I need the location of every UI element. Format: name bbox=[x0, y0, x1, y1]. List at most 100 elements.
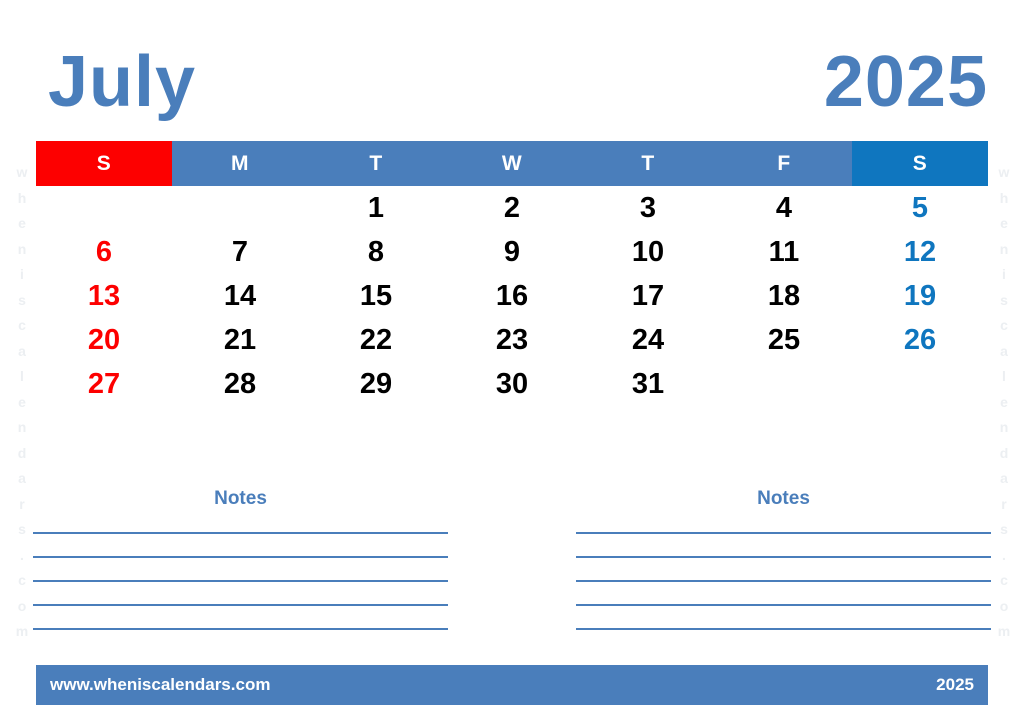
day-cell-4[interactable]: 4 bbox=[716, 186, 852, 230]
watermark-char: o bbox=[999, 597, 1009, 614]
watermark-char: l bbox=[1002, 368, 1006, 384]
watermark-char: r bbox=[1001, 495, 1007, 512]
year-title: 2025 bbox=[823, 42, 988, 122]
note-line[interactable] bbox=[576, 556, 991, 558]
day-cell-27[interactable]: 27 bbox=[36, 362, 172, 406]
calendar-week-row: 27 28 29 30 31 bbox=[36, 362, 988, 406]
watermark-left: wheniscalendars.com bbox=[10, 160, 34, 645]
day-cell-10[interactable]: 10 bbox=[580, 230, 716, 274]
day-cell-14[interactable]: 14 bbox=[172, 274, 308, 318]
note-line[interactable] bbox=[33, 580, 448, 582]
day-cell-16[interactable]: 16 bbox=[444, 274, 580, 318]
day-cell-empty bbox=[852, 362, 988, 406]
day-cell-21[interactable]: 21 bbox=[172, 318, 308, 362]
note-line[interactable] bbox=[576, 628, 991, 630]
watermark-char: n bbox=[999, 419, 1009, 435]
watermark-char: a bbox=[1000, 342, 1008, 359]
day-cell-31[interactable]: 31 bbox=[580, 362, 716, 406]
note-line[interactable] bbox=[576, 604, 991, 606]
watermark-char: m bbox=[997, 623, 1011, 639]
day-cell-30[interactable]: 30 bbox=[444, 362, 580, 406]
day-cell-19[interactable]: 19 bbox=[852, 274, 988, 318]
day-cell-25[interactable]: 25 bbox=[716, 318, 852, 362]
month-title: July bbox=[48, 42, 197, 122]
day-cell-empty bbox=[716, 362, 852, 406]
watermark-char: r bbox=[19, 495, 25, 512]
note-line[interactable] bbox=[33, 628, 448, 630]
notes-title-left: Notes bbox=[214, 488, 267, 509]
day-cell-15[interactable]: 15 bbox=[308, 274, 444, 318]
day-cell-13[interactable]: 13 bbox=[36, 274, 172, 318]
weekday-header-6: S bbox=[852, 141, 988, 186]
day-cell-5[interactable]: 5 bbox=[852, 186, 988, 230]
day-cell-8[interactable]: 8 bbox=[308, 230, 444, 274]
day-cell-24[interactable]: 24 bbox=[580, 318, 716, 362]
watermark-char: s bbox=[18, 291, 26, 308]
note-line[interactable] bbox=[33, 556, 448, 558]
note-line[interactable] bbox=[33, 604, 448, 606]
note-line[interactable] bbox=[576, 580, 991, 582]
day-cell-20[interactable]: 20 bbox=[36, 318, 172, 362]
day-cell-28[interactable]: 28 bbox=[172, 362, 308, 406]
watermark-char: . bbox=[20, 546, 24, 563]
day-cell-empty bbox=[172, 186, 308, 230]
weekday-header-3: W bbox=[444, 141, 580, 186]
calendar-page: wheniscalendars.com wheniscalendars.com … bbox=[0, 0, 1024, 724]
watermark-char: n bbox=[17, 419, 27, 435]
notes-title-right: Notes bbox=[757, 488, 810, 509]
watermark-char: n bbox=[17, 240, 27, 257]
watermark-char: e bbox=[1000, 393, 1008, 410]
note-lines-left bbox=[33, 532, 448, 630]
watermark-char: e bbox=[1000, 215, 1008, 231]
calendar-week-row: 6 7 8 9 10 11 12 bbox=[36, 230, 988, 274]
watermark-char: c bbox=[1000, 572, 1008, 588]
day-cell-17[interactable]: 17 bbox=[580, 274, 716, 318]
watermark-char: s bbox=[1000, 291, 1008, 308]
watermark-char: n bbox=[999, 240, 1009, 257]
notes-section-right: Notes bbox=[576, 488, 991, 652]
footer-url[interactable]: www.wheniscalendars.com bbox=[50, 675, 270, 695]
watermark-char: d bbox=[17, 444, 27, 461]
watermark-char: a bbox=[18, 470, 26, 486]
weekday-header-1: M bbox=[172, 141, 308, 186]
footer-bar: www.wheniscalendars.com 2025 bbox=[36, 665, 988, 705]
day-cell-23[interactable]: 23 bbox=[444, 318, 580, 362]
footer-year: 2025 bbox=[936, 675, 974, 694]
day-cell-3[interactable]: 3 bbox=[580, 186, 716, 230]
watermark-char: e bbox=[18, 393, 26, 410]
day-cell-empty bbox=[36, 186, 172, 230]
watermark-char: a bbox=[18, 342, 26, 359]
day-cell-6[interactable]: 6 bbox=[36, 230, 172, 274]
watermark-char: s bbox=[1000, 521, 1008, 537]
calendar-week-row: 13 14 15 16 17 18 19 bbox=[36, 274, 988, 318]
watermark-right: wheniscalendars.com bbox=[992, 160, 1016, 645]
day-cell-9[interactable]: 9 bbox=[444, 230, 580, 274]
day-cell-18[interactable]: 18 bbox=[716, 274, 852, 318]
day-cell-22[interactable]: 22 bbox=[308, 318, 444, 362]
watermark-char: l bbox=[20, 368, 24, 384]
watermark-char: h bbox=[999, 189, 1009, 206]
note-lines-right bbox=[576, 532, 991, 630]
watermark-char: c bbox=[18, 317, 26, 333]
watermark-char: i bbox=[1002, 266, 1006, 282]
watermark-char: m bbox=[15, 623, 29, 639]
calendar-week-row: 20 21 22 23 24 25 26 bbox=[36, 318, 988, 362]
day-cell-12[interactable]: 12 bbox=[852, 230, 988, 274]
watermark-char: d bbox=[999, 444, 1009, 461]
watermark-char: w bbox=[16, 164, 28, 180]
weekday-header-4: T bbox=[580, 141, 716, 186]
day-cell-2[interactable]: 2 bbox=[444, 186, 580, 230]
watermark-char: i bbox=[20, 266, 24, 282]
day-cell-26[interactable]: 26 bbox=[852, 318, 988, 362]
note-line[interactable] bbox=[33, 532, 448, 534]
weekday-header-0: S bbox=[36, 141, 172, 186]
watermark-char: s bbox=[18, 521, 26, 537]
watermark-char: w bbox=[998, 164, 1010, 180]
watermark-char: e bbox=[18, 215, 26, 231]
day-cell-11[interactable]: 11 bbox=[716, 230, 852, 274]
day-cell-29[interactable]: 29 bbox=[308, 362, 444, 406]
note-line[interactable] bbox=[576, 532, 991, 534]
day-cell-1[interactable]: 1 bbox=[308, 186, 444, 230]
calendar-title-row: July 2025 bbox=[36, 36, 988, 128]
day-cell-7[interactable]: 7 bbox=[172, 230, 308, 274]
